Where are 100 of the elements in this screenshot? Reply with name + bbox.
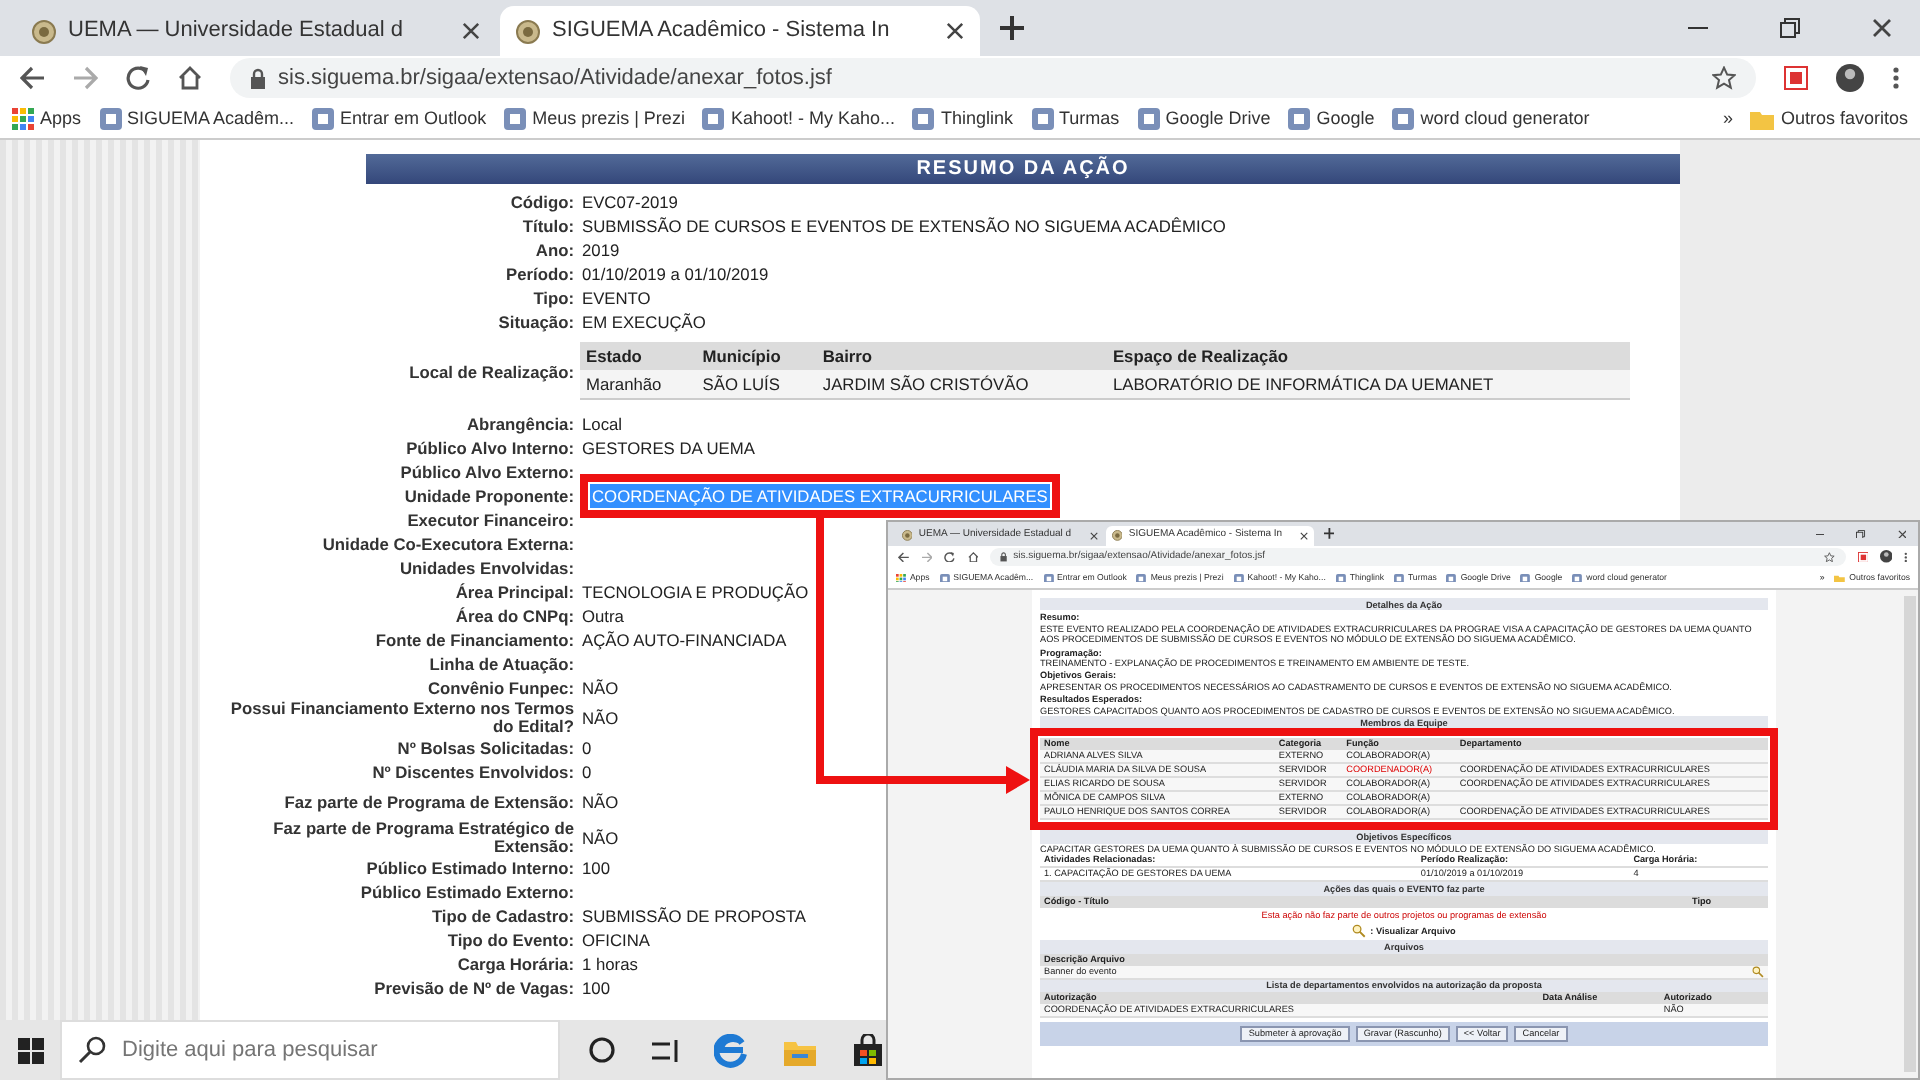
minimize-icon[interactable] bbox=[1815, 529, 1824, 539]
field-label: Previsão de Nº de Vagas: bbox=[372, 976, 576, 1000]
field-value: NÃO bbox=[580, 706, 621, 730]
site-icon bbox=[1288, 108, 1311, 130]
maximize-icon[interactable] bbox=[1780, 18, 1800, 38]
field-value: COORDENAÇÃO DE ATIVIDADES EXTRACURRICULARES bbox=[590, 484, 1050, 508]
folder-icon bbox=[1750, 108, 1775, 130]
field-label: Unidade Co-Executora Externa: bbox=[320, 532, 576, 556]
field-label: Tipo: bbox=[531, 286, 576, 310]
site-icon bbox=[1335, 573, 1346, 583]
close-icon[interactable] bbox=[1089, 531, 1098, 541]
field-value: GESTORES DA UEMA bbox=[580, 436, 757, 460]
maximize-icon[interactable] bbox=[1856, 529, 1865, 539]
browser-icon[interactable] bbox=[714, 1033, 748, 1067]
search-field[interactable]: Digite aqui para pesquisar bbox=[60, 1020, 560, 1080]
new-tab-icon[interactable] bbox=[1000, 16, 1024, 40]
more-bookmarks-button[interactable]: » bbox=[1722, 105, 1733, 133]
seal-icon bbox=[902, 530, 913, 542]
reload-icon[interactable] bbox=[126, 66, 150, 90]
extension-icon[interactable] bbox=[1784, 66, 1808, 90]
magnifier-icon bbox=[1352, 924, 1367, 939]
field-label: Tipo de Cadastro: bbox=[429, 904, 576, 928]
field-label: Nº Bolsas Solicitadas: bbox=[395, 736, 576, 760]
section-header: RESUMO DA AÇÃO bbox=[366, 154, 1680, 184]
field-label: Local de Realização: bbox=[407, 359, 576, 383]
reload-icon[interactable] bbox=[944, 551, 956, 563]
field-label: Possui Financiamento Externo nos Termos do Edital? bbox=[228, 700, 576, 736]
field-value: 2019 bbox=[580, 238, 622, 262]
close-icon[interactable] bbox=[462, 22, 480, 40]
field-label: Período: bbox=[504, 262, 576, 286]
field-value: 100 bbox=[580, 976, 612, 1000]
bookmark[interactable]: Meus prezis | Prezi bbox=[504, 105, 685, 133]
field-label: Ano: bbox=[533, 238, 576, 262]
field-value: NÃO bbox=[580, 826, 621, 850]
field-value: SUBMISSÃO DE PROPOSTA bbox=[580, 904, 808, 928]
field-value: EVC07-2019 bbox=[580, 190, 680, 214]
table-cell: SÃO LUÍS bbox=[696, 370, 817, 399]
site-icon bbox=[912, 108, 935, 130]
field-label: Fonte de Financiamento: bbox=[373, 628, 576, 652]
site-icon bbox=[504, 108, 527, 130]
back-icon[interactable] bbox=[898, 551, 910, 563]
star-icon[interactable] bbox=[1712, 66, 1736, 90]
close-icon[interactable] bbox=[1299, 531, 1308, 541]
site-icon bbox=[1394, 573, 1404, 583]
home-icon[interactable] bbox=[178, 66, 202, 90]
bookmark[interactable]: Turmas bbox=[1031, 105, 1120, 133]
field-label: Área do CNPq: bbox=[453, 604, 576, 628]
bookmark-folder[interactable]: Outros favoritos bbox=[1750, 105, 1908, 133]
close-icon[interactable] bbox=[946, 22, 964, 40]
field-label: Abrangência: bbox=[464, 412, 576, 436]
field-label: Público Alvo Externo: bbox=[398, 460, 576, 484]
shopping-bag-icon[interactable] bbox=[852, 1034, 884, 1066]
field-label: Unidade Proponente: bbox=[402, 484, 576, 508]
bookmark[interactable]: SIGUEMA Acadêm... bbox=[99, 105, 295, 133]
avatar-icon[interactable] bbox=[1836, 64, 1864, 92]
seal-icon bbox=[516, 19, 540, 43]
back-icon[interactable] bbox=[20, 66, 46, 90]
site-icon bbox=[1137, 108, 1160, 130]
new-tab-icon[interactable] bbox=[1323, 528, 1334, 540]
bookmark[interactable]: Google Drive bbox=[1137, 105, 1271, 133]
field-value: EVENTO bbox=[580, 286, 653, 310]
browser-tab[interactable]: SIGUEMA Acadêmico - Sistema In bbox=[500, 6, 980, 56]
field-value: AÇÃO AUTO-FINANCIADA bbox=[580, 628, 789, 652]
folder-icon bbox=[1834, 573, 1846, 583]
field-label: Carga Horária: bbox=[455, 952, 576, 976]
home-icon[interactable] bbox=[967, 551, 979, 563]
star-icon[interactable] bbox=[1824, 551, 1836, 563]
field-label: Executor Financeiro: bbox=[405, 508, 576, 532]
scrollbar[interactable] bbox=[1904, 596, 1916, 1072]
bookmark[interactable]: Entrar em Outlook bbox=[312, 105, 487, 133]
task-view-icon[interactable] bbox=[652, 1037, 678, 1063]
start-icon[interactable] bbox=[17, 1037, 43, 1063]
field-value: 0 bbox=[580, 736, 594, 760]
field-label: Público Alvo Interno: bbox=[404, 436, 576, 460]
apps-icon bbox=[12, 108, 34, 130]
address-bar[interactable]: sis.siguema.br/sigaa/extensao/Atividade/anexar_fotos.jsf bbox=[230, 58, 1756, 98]
field-label: Nº Discentes Envolvidos: bbox=[370, 760, 576, 784]
site-icon bbox=[702, 108, 725, 130]
circle-icon[interactable] bbox=[588, 1036, 616, 1064]
close-icon[interactable] bbox=[1872, 18, 1892, 38]
field-value: NÃO bbox=[580, 790, 621, 814]
field-label: Público Estimado Externo: bbox=[358, 880, 576, 904]
browser-tab[interactable]: UEMA — Universidade Estadual d bbox=[16, 6, 496, 56]
bookmark[interactable]: Kahoot! - My Kaho... bbox=[702, 105, 895, 133]
site-icon bbox=[1031, 108, 1054, 130]
site-icon bbox=[312, 108, 335, 130]
bookmark[interactable]: Google bbox=[1288, 105, 1375, 133]
extension-icon[interactable] bbox=[1857, 551, 1868, 563]
bookmark[interactable]: word cloud generator bbox=[1392, 105, 1590, 133]
menu-icon[interactable] bbox=[1892, 66, 1900, 90]
avatar-icon[interactable] bbox=[1879, 550, 1893, 564]
magnifier-icon[interactable] bbox=[1752, 965, 1764, 977]
field-label: Tipo do Evento: bbox=[445, 928, 576, 952]
field-value: 1 horas bbox=[580, 952, 640, 976]
table-cell: Maranhão bbox=[580, 370, 697, 399]
close-icon[interactable] bbox=[1897, 529, 1906, 539]
bookmark[interactable]: Thinglink bbox=[912, 105, 1014, 133]
bookmark[interactable]: Apps bbox=[12, 105, 82, 133]
field-label: Código: bbox=[508, 190, 576, 214]
field-value: Outra bbox=[580, 604, 626, 628]
